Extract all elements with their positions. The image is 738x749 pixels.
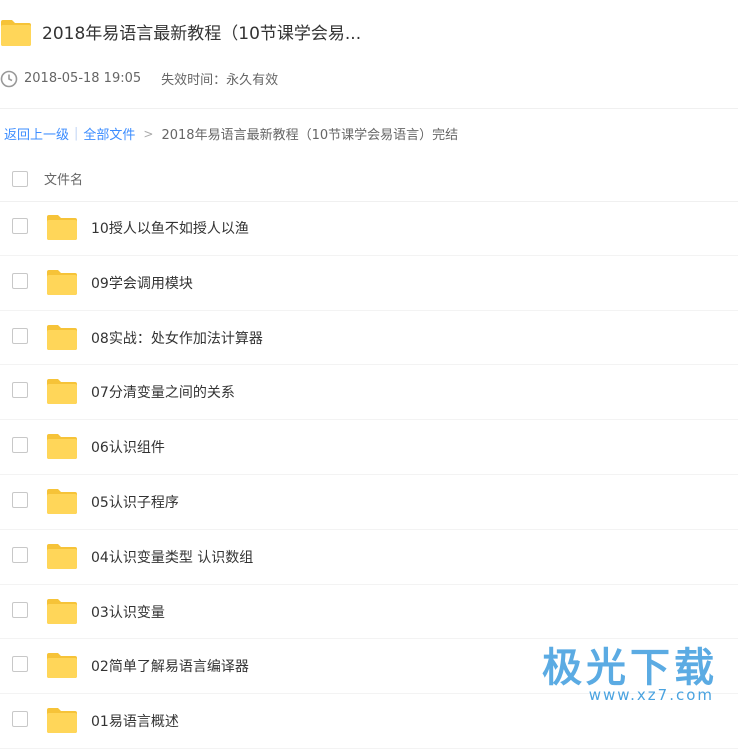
folder-icon (47, 598, 77, 624)
file-name[interactable]: 07分清变量之间的关系 (91, 382, 235, 402)
row-checkbox[interactable] (12, 437, 28, 454)
list-item[interactable]: 05认识子程序 (0, 475, 738, 530)
row-checkbox[interactable] (12, 491, 28, 508)
file-name[interactable]: 05认识子程序 (91, 492, 179, 512)
folder-icon (47, 488, 77, 514)
row-checkbox[interactable] (12, 546, 28, 563)
breadcrumb: 返回上一级 | 全部文件 > 2018年易语言最新教程（10节课学会易语言）完结 (4, 124, 458, 143)
row-checkbox[interactable] (12, 272, 28, 289)
share-meta: 2018-05-18 19:05 失效时间：永久有效 (0, 69, 278, 88)
folder-icon (47, 269, 77, 295)
back-link[interactable]: 返回上一级 (4, 124, 69, 143)
folder-icon (47, 653, 77, 679)
expire-time: 失效时间：永久有效 (161, 73, 279, 88)
file-name[interactable]: 01易语言概述 (91, 711, 179, 731)
row-checkbox[interactable] (12, 382, 28, 399)
file-name[interactable]: 08实战：处女作加法计算器 (91, 328, 263, 348)
current-folder: 2018年易语言最新教程（10节课学会易语言）完结 (161, 128, 459, 143)
file-name[interactable]: 10授人以鱼不如授人以渔 (91, 218, 249, 238)
list-item[interactable]: 03认识变量 (0, 585, 738, 640)
watermark: 极光下载 www.xz7.com (542, 645, 718, 706)
share-title: 2018年易语言最新教程（10节课学会易... (42, 24, 362, 44)
file-name[interactable]: 06认识组件 (91, 437, 165, 457)
folder-icon (47, 543, 77, 569)
list-item[interactable]: 10授人以鱼不如授人以渔 (0, 201, 738, 256)
share-date: 2018-05-18 19:05 (24, 71, 142, 86)
list-item[interactable]: 06认识组件 (0, 420, 738, 475)
list-item[interactable]: 07分清变量之间的关系 (0, 365, 738, 421)
folder-icon (47, 434, 77, 460)
file-name[interactable]: 03认识变量 (91, 602, 165, 622)
list-item[interactable]: 09学会调用模块 (0, 256, 738, 311)
clock-icon (0, 70, 18, 87)
row-checkbox[interactable] (12, 327, 28, 344)
row-checkbox[interactable] (12, 218, 28, 234)
folder-icon (1, 20, 31, 46)
watermark-url: www.xz7.com (588, 686, 714, 704)
watermark-text: 极光下载 (542, 645, 718, 691)
list-item[interactable]: 08实战：处女作加法计算器 (0, 311, 738, 366)
file-name[interactable]: 09学会调用模块 (91, 273, 193, 293)
chevron-right-icon: > (143, 126, 154, 141)
select-all-checkbox[interactable] (12, 171, 28, 187)
row-checkbox[interactable] (12, 656, 28, 673)
file-name[interactable]: 02简单了解易语言编译器 (91, 656, 249, 676)
row-checkbox[interactable] (12, 711, 28, 728)
share-header: 2018年易语言最新教程（10节课学会易... 2018-05-18 19:05… (0, 0, 738, 109)
all-files-link[interactable]: 全部文件 (83, 124, 135, 143)
folder-icon (47, 708, 77, 734)
list-item[interactable]: 04认识变量类型 认识数组 (0, 530, 738, 585)
column-filename: 文件名 (44, 173, 84, 188)
folder-icon (47, 379, 77, 405)
folder-icon (47, 324, 77, 350)
folder-icon (47, 215, 77, 240)
row-checkbox[interactable] (12, 601, 28, 618)
file-list-header: 文件名 (0, 155, 738, 202)
file-name[interactable]: 04认识变量类型 认识数组 (91, 547, 253, 567)
breadcrumb-separator: | (74, 126, 79, 141)
